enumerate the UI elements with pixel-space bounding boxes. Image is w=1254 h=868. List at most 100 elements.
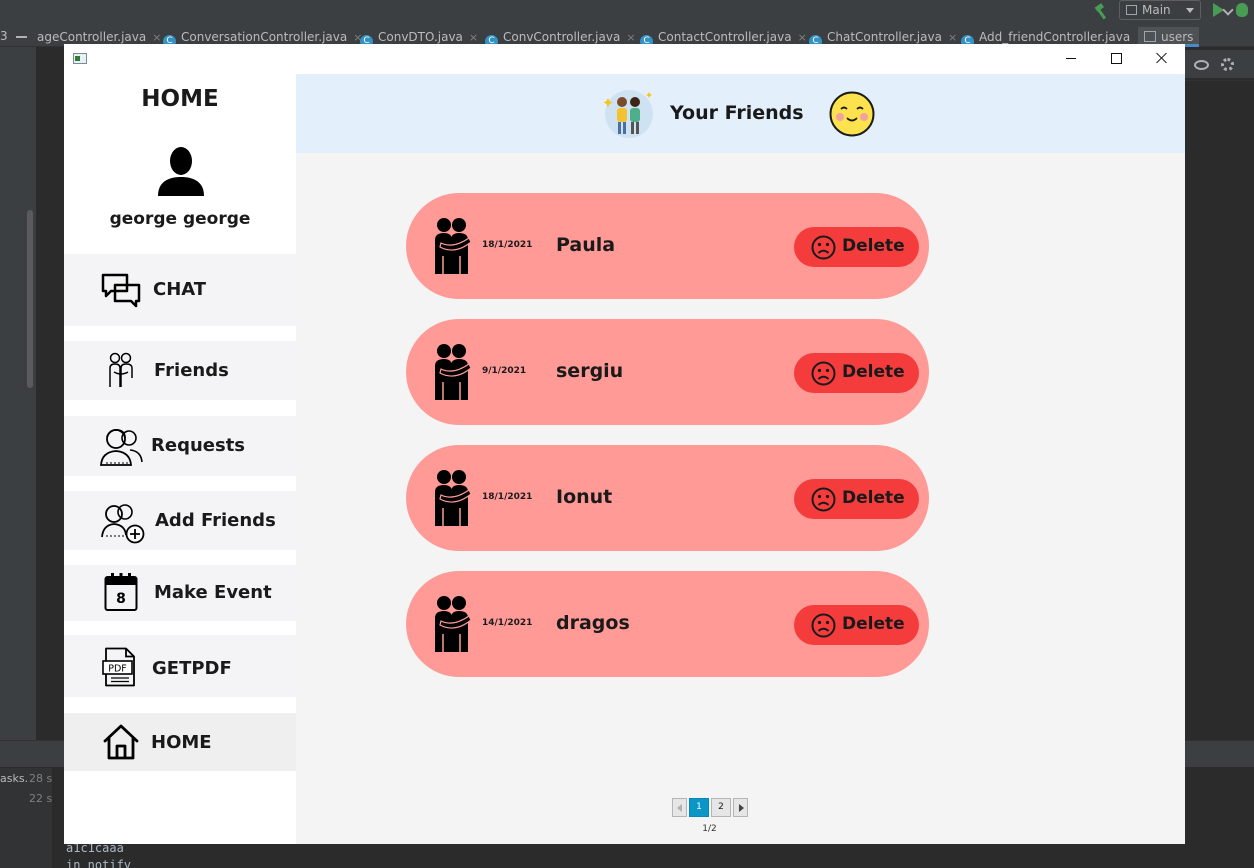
friends-hug-icon xyxy=(435,596,472,652)
sidebar-item-make-event[interactable]: 8 Make Event xyxy=(64,565,296,621)
sidebar-item-home[interactable]: HOME xyxy=(64,713,296,771)
delete-friend-button[interactable]: Delete xyxy=(794,605,919,645)
friends-illustration-icon xyxy=(603,90,653,138)
app-icon xyxy=(73,53,87,64)
delete-label: Delete xyxy=(842,362,905,382)
sidebar-item-friends[interactable]: Friends xyxy=(64,341,296,400)
user-avatar-icon xyxy=(158,147,204,196)
friend-card: 9/1/2021 sergiu Delete xyxy=(406,319,929,425)
friend-name: Ionut xyxy=(556,486,613,508)
editor-tab-label: ChatController.java xyxy=(827,30,942,44)
ide-right-panel xyxy=(1185,47,1254,740)
task-time: 22 s xyxy=(29,792,53,805)
friend-card: 18/1/2021 Ionut Delete xyxy=(406,445,929,551)
friends-hug-icon xyxy=(435,344,472,400)
editor-tab-label: users xyxy=(1161,30,1194,44)
friend-name: dragos xyxy=(556,612,630,634)
sidebar-item-label: Friends xyxy=(154,360,229,381)
sidebar: HOME george george CHAT Friends Requests… xyxy=(64,74,296,844)
pagination-prev-button[interactable] xyxy=(672,798,687,817)
scrollbar[interactable] xyxy=(27,210,33,388)
delete-label: Delete xyxy=(842,236,905,256)
close-icon[interactable]: × xyxy=(469,31,478,44)
pagination-page-button[interactable]: 2 xyxy=(711,798,731,817)
close-icon[interactable]: × xyxy=(798,31,807,44)
page-title: Your Friends xyxy=(670,102,804,124)
chat-icon xyxy=(101,273,141,308)
friend-name: sergiu xyxy=(556,360,624,382)
ide-left-panel xyxy=(0,47,36,740)
sad-face-icon xyxy=(811,487,836,512)
pagination-page-button[interactable]: 1 xyxy=(689,798,709,817)
friendship-date: 9/1/2021 xyxy=(482,366,527,376)
run-configuration-select[interactable]: Main xyxy=(1119,0,1201,20)
minimize-window-button[interactable] xyxy=(1048,44,1094,74)
delete-friend-button[interactable]: Delete xyxy=(794,227,919,267)
divider xyxy=(1185,80,1254,81)
gear-icon[interactable] xyxy=(1221,58,1234,71)
window-titlebar xyxy=(64,44,1185,74)
sidebar-item-getpdf[interactable]: PDF GETPDF xyxy=(64,635,296,697)
delete-label: Delete xyxy=(842,614,905,634)
maximize-window-button[interactable] xyxy=(1093,44,1139,74)
ide-toolbar xyxy=(0,0,1254,27)
friends-hug-icon xyxy=(435,218,472,274)
close-window-button[interactable] xyxy=(1139,44,1185,74)
add-friends-icon xyxy=(101,504,145,544)
tab-overflow-count: 3 xyxy=(0,29,8,43)
sidebar-item-label: HOME xyxy=(151,732,212,753)
close-icon[interactable]: × xyxy=(152,31,161,44)
friendship-date: 18/1/2021 xyxy=(482,240,533,250)
debug-bug-icon[interactable] xyxy=(1236,3,1248,17)
eye-icon[interactable] xyxy=(1194,60,1209,70)
run-config-label: Main xyxy=(1142,3,1171,17)
build-hammer-icon[interactable] xyxy=(1092,2,1110,20)
user-name: george george xyxy=(109,209,251,229)
editor-tab-label: ContactController.java xyxy=(658,30,792,44)
sidebar-item-label: Add Friends xyxy=(155,510,276,531)
sad-face-icon xyxy=(811,235,836,260)
blushing-smile-icon xyxy=(829,91,875,137)
pdf-icon: PDF xyxy=(102,647,135,687)
minimize-icon[interactable] xyxy=(16,36,27,38)
friendship-date: 18/1/2021 xyxy=(482,492,533,502)
editor-tab-label: ConvDTO.java xyxy=(378,30,463,44)
pagination-next-button[interactable] xyxy=(733,798,748,817)
sidebar-item-label: CHAT xyxy=(153,279,207,300)
sidebar-item-chat[interactable]: CHAT xyxy=(64,254,296,326)
calendar-day: 8 xyxy=(116,591,126,607)
task-time: 28 s xyxy=(29,772,53,785)
app-window: HOME george george CHAT Friends Requests… xyxy=(64,44,1185,844)
pagination-count: 1/2 xyxy=(702,824,717,834)
close-icon[interactable]: × xyxy=(948,31,957,44)
friend-card: 14/1/2021 dragos Delete xyxy=(406,571,929,677)
console-line: in notify xyxy=(66,858,132,868)
home-icon xyxy=(103,724,139,760)
tasks-label: asks. xyxy=(0,772,29,785)
editor-tab-label: ConvController.java xyxy=(503,30,621,44)
calendar-icon: 8 xyxy=(104,573,138,611)
page-header: Your Friends xyxy=(296,74,1185,153)
friends-hug-icon xyxy=(435,470,472,526)
sidebar-item-label: Requests xyxy=(151,435,246,456)
sidebar-item-add-friends[interactable]: Add Friends xyxy=(64,491,296,550)
delete-label: Delete xyxy=(842,488,905,508)
delete-friend-button[interactable]: Delete xyxy=(794,479,919,519)
requests-icon xyxy=(100,428,143,466)
delete-friend-button[interactable]: Delete xyxy=(794,353,919,393)
run-config-icon xyxy=(1126,5,1137,15)
sidebar-title: HOME xyxy=(141,86,219,112)
sad-face-icon xyxy=(811,613,836,638)
sidebar-item-requests[interactable]: Requests xyxy=(64,416,296,476)
editor-tab-label: ConversationController.java xyxy=(181,30,348,44)
editor-tab-label: Add_friendController.java xyxy=(979,30,1131,44)
sidebar-item-label: Make Event xyxy=(154,582,272,603)
close-icon[interactable]: × xyxy=(626,31,635,44)
friends-icon xyxy=(109,352,133,387)
sidebar-item-label: GETPDF xyxy=(152,658,232,679)
table-icon xyxy=(1144,31,1156,42)
sad-face-icon xyxy=(811,361,836,386)
chevron-down-icon xyxy=(1186,8,1194,13)
pdf-label: PDF xyxy=(108,664,127,675)
friendship-date: 14/1/2021 xyxy=(482,618,533,628)
